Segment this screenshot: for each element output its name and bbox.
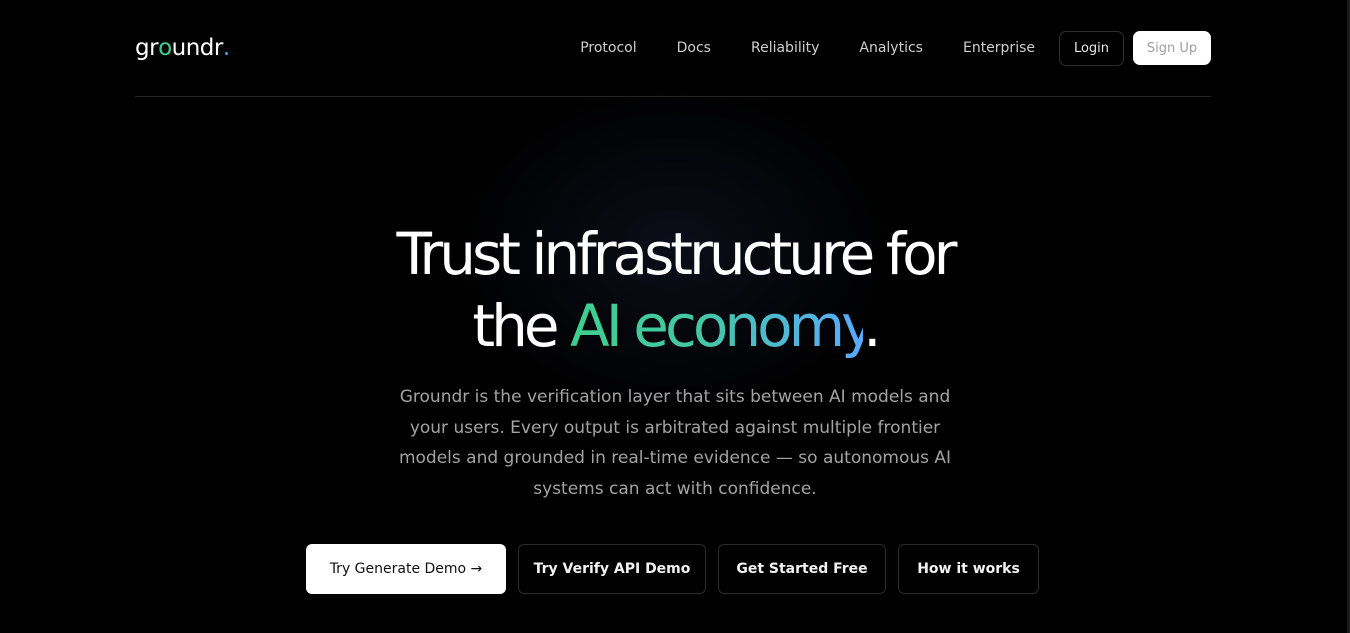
- nav-link-reliability[interactable]: Reliability: [751, 36, 819, 60]
- login-button[interactable]: Login: [1059, 31, 1124, 66]
- nav-link-docs[interactable]: Docs: [677, 36, 711, 60]
- groundr-logo[interactable]: gr o undr.: [135, 30, 230, 66]
- logo-dot: .: [222, 35, 230, 61]
- try-verify-api-demo-button[interactable]: Try Verify API Demo: [518, 544, 706, 594]
- logo-text-start: gr: [135, 35, 159, 61]
- cta-group: Try Generate Demo → Try Verify API Demo …: [306, 544, 1039, 594]
- nav-link-protocol[interactable]: Protocol: [580, 36, 636, 60]
- hero-headline: Trust infrastructure for the AI economy.: [0, 218, 1350, 362]
- headline-line-2-end: .: [863, 292, 882, 360]
- nav-link-analytics[interactable]: Analytics: [859, 36, 923, 60]
- nav-link-enterprise[interactable]: Enterprise: [963, 36, 1035, 60]
- hero-subtext: Groundr is the verification layer that s…: [398, 387, 952, 499]
- headline-highlight: AI economy: [570, 292, 867, 360]
- headline-line-2-start: the: [472, 292, 571, 360]
- get-started-free-button[interactable]: Get Started Free: [718, 544, 886, 594]
- nav-links: Protocol Docs Reliability Analytics Ente…: [580, 36, 1035, 60]
- how-it-works-button[interactable]: How it works: [898, 544, 1039, 594]
- try-generate-demo-button[interactable]: Try Generate Demo →: [306, 544, 506, 594]
- headline-line-1: Trust infrastructure for: [396, 220, 958, 288]
- logo-text-end: undr: [171, 35, 224, 61]
- signup-button[interactable]: Sign Up: [1133, 31, 1211, 65]
- top-navigation: gr o undr. Protocol Docs Reliability Analy…: [135, 0, 1211, 97]
- logo-text-o: o: [158, 35, 172, 61]
